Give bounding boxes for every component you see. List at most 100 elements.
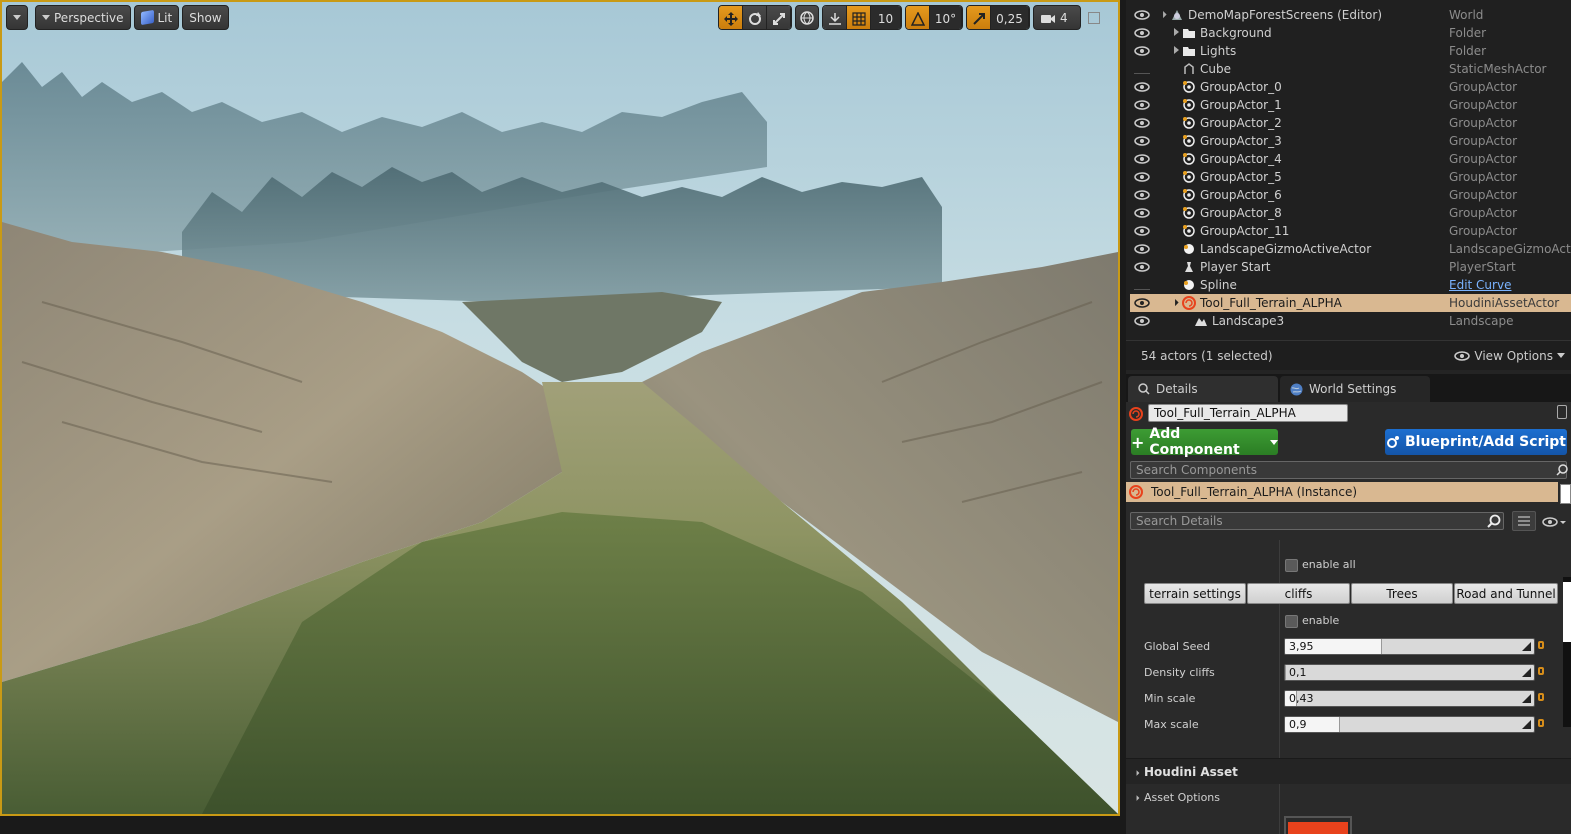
houdini-logo-thumbnail[interactable] [1284, 816, 1352, 834]
grid-snap-toggle[interactable] [847, 6, 871, 29]
outliner-row[interactable]: GroupActor_3 GroupActor [1130, 132, 1571, 150]
show-button[interactable]: Show [182, 5, 229, 30]
grid-snap-value[interactable]: 10 [871, 6, 901, 29]
rotate-tool-button[interactable] [743, 6, 767, 29]
details-scrollbar[interactable] [1563, 577, 1571, 727]
outliner-row-type[interactable]: Edit Curve [1449, 278, 1511, 292]
world-local-button[interactable] [795, 5, 819, 30]
param-slider[interactable]: 0,43 [1284, 690, 1535, 707]
expand-arrow-icon[interactable] [1169, 296, 1179, 307]
eye-icon[interactable] [1134, 298, 1150, 308]
rotation-snap-value[interactable]: 10° [930, 6, 962, 29]
tab-terrain-settings[interactable]: terrain settings [1144, 583, 1246, 604]
outliner-row[interactable]: GroupActor_4 GroupActor [1130, 150, 1571, 168]
search-icon [1556, 464, 1568, 476]
reset-to-default-icon[interactable] [1538, 667, 1544, 675]
outliner-row[interactable]: GroupActor_8 GroupActor [1130, 204, 1571, 222]
eye-icon[interactable] [1134, 28, 1150, 38]
param-slider[interactable]: 0,9 [1284, 716, 1535, 733]
add-component-button[interactable]: + Add Component [1131, 426, 1278, 458]
eye-hidden-icon[interactable] [1134, 280, 1150, 290]
param-slider[interactable]: 3,95 [1284, 638, 1535, 655]
lit-button[interactable]: Lit [133, 5, 180, 30]
tab-details[interactable]: Details [1128, 376, 1278, 402]
reset-to-default-icon[interactable] [1538, 693, 1544, 701]
actor-name-field[interactable]: Tool_Full_Terrain_ALPHA [1148, 404, 1348, 422]
rotation-snap-group: 10° [905, 5, 963, 30]
camera-speed-button[interactable]: 4 [1033, 5, 1081, 30]
enable-all-checkbox[interactable] [1285, 559, 1298, 572]
outliner-row[interactable]: GroupActor_11 GroupActor [1130, 222, 1571, 240]
asset-options-subsection[interactable]: Asset Options [1126, 786, 1571, 808]
outliner-row[interactable]: Player Start PlayerStart [1130, 258, 1571, 276]
tab-road-and-tunnel[interactable]: Road and Tunnel [1454, 583, 1558, 604]
reset-to-default-icon[interactable] [1538, 719, 1544, 727]
outliner-row[interactable]: Landscape3 Landscape [1130, 312, 1571, 330]
eye-icon[interactable] [1134, 316, 1150, 326]
eye-icon [1454, 350, 1471, 361]
search-details-placeholder: Search Details [1136, 514, 1223, 528]
tab-world-settings[interactable]: World Settings [1280, 376, 1430, 402]
collapse-arrow-icon[interactable] [1174, 46, 1179, 54]
outliner-row[interactable]: DemoMapForestScreens (Editor) World [1130, 6, 1571, 24]
scale-snap-value[interactable]: 0,25 [991, 6, 1029, 29]
rotation-snap-toggle[interactable] [906, 6, 930, 29]
eye-hidden-icon[interactable] [1134, 64, 1150, 74]
component-scrollbar[interactable] [1560, 484, 1571, 504]
lock-icon[interactable] [1557, 405, 1567, 419]
outliner-row[interactable]: GroupActor_1 GroupActor [1130, 96, 1571, 114]
outliner-row[interactable]: Cube StaticMeshActor [1130, 60, 1571, 78]
slider-fill [1285, 665, 1286, 680]
enable-checkbox[interactable] [1285, 615, 1298, 628]
tab-cliffs[interactable]: cliffs [1247, 583, 1350, 604]
outliner-row[interactable]: Tool_Full_Terrain_ALPHA HoudiniAssetActor [1130, 294, 1571, 312]
houdini-asset-section[interactable]: Houdini Asset [1126, 758, 1571, 784]
maximize-viewport-button[interactable] [1088, 11, 1100, 24]
scale-tool-button[interactable] [767, 6, 791, 29]
expand-arrow-icon [1131, 767, 1140, 776]
eye-icon[interactable] [1134, 208, 1150, 218]
perspective-button[interactable]: Perspective [35, 5, 131, 30]
outliner-row[interactable]: GroupActor_5 GroupActor [1130, 168, 1571, 186]
blueprint-add-script-button[interactable]: Blueprint/Add Script [1385, 429, 1567, 455]
tab-trees[interactable]: Trees [1351, 583, 1453, 604]
surface-snap-button[interactable] [823, 6, 847, 29]
component-instance-row[interactable]: Tool_Full_Terrain_ALPHA (Instance) [1126, 482, 1558, 502]
eye-icon[interactable] [1134, 10, 1150, 20]
eye-icon[interactable] [1134, 82, 1150, 92]
outliner-row[interactable]: Spline Edit Curve [1130, 276, 1571, 294]
param-label: Max scale [1144, 718, 1199, 731]
eye-icon[interactable] [1134, 118, 1150, 128]
translate-tool-button[interactable] [719, 6, 743, 29]
view-options-button[interactable]: View Options [1454, 349, 1565, 363]
eye-icon[interactable] [1542, 516, 1566, 528]
outliner-row[interactable]: GroupActor_6 GroupActor [1130, 186, 1571, 204]
eye-icon[interactable] [1134, 172, 1150, 182]
viewport-options-button[interactable] [6, 5, 28, 30]
eye-icon[interactable] [1134, 262, 1150, 272]
eye-icon[interactable] [1134, 154, 1150, 164]
eye-icon[interactable] [1134, 100, 1150, 110]
collapse-arrow-icon[interactable] [1174, 28, 1179, 36]
eye-icon[interactable] [1134, 244, 1150, 254]
scale-snap-toggle[interactable] [967, 6, 991, 29]
grid-snap-label: 10 [877, 11, 894, 26]
eye-icon[interactable] [1134, 136, 1150, 146]
reset-to-default-icon[interactable] [1538, 641, 1544, 649]
outliner-row[interactable]: GroupActor_0 GroupActor [1130, 78, 1571, 96]
param-slider[interactable]: 0,1 [1284, 664, 1535, 681]
search-components-input[interactable]: Search Components [1130, 461, 1567, 479]
viewport-scene[interactable] [2, 2, 1118, 814]
expand-arrow-icon[interactable] [1157, 8, 1167, 19]
outliner-row[interactable]: Lights Folder [1130, 42, 1571, 60]
eye-icon[interactable] [1134, 190, 1150, 200]
outliner-row[interactable]: LandscapeGizmoActiveActor LandscapeGizmoA… [1130, 240, 1571, 258]
eye-icon[interactable] [1134, 46, 1150, 56]
outliner-row[interactable]: GroupActor_2 GroupActor [1130, 114, 1571, 132]
level-viewport[interactable]: Perspective Lit Show 10 10° 0,25 4 [0, 0, 1120, 816]
search-details-input[interactable]: Search Details [1130, 512, 1504, 530]
scale-snap-icon [972, 12, 985, 25]
eye-icon[interactable] [1134, 226, 1150, 236]
property-matrix-button[interactable] [1512, 511, 1536, 531]
outliner-row[interactable]: Background Folder [1130, 24, 1571, 42]
